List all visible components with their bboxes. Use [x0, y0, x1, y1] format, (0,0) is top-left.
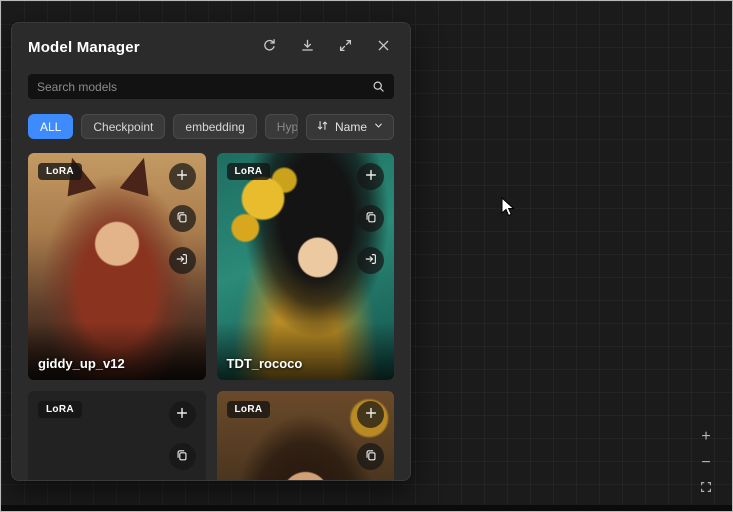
- zoom-in-button[interactable]: +: [697, 428, 715, 446]
- expand-button[interactable]: [336, 38, 354, 56]
- model-name: TDT_rococo: [227, 356, 303, 371]
- load-model-button[interactable]: [357, 247, 384, 274]
- plus-icon: [364, 406, 378, 423]
- filter-chip-checkpoint[interactable]: Checkpoint: [81, 114, 165, 139]
- filter-chip-all[interactable]: ALL: [28, 114, 73, 139]
- plus-icon: [175, 406, 189, 423]
- expand-icon: [338, 38, 353, 56]
- page-title: Model Manager: [28, 39, 140, 56]
- copy-icon: [364, 210, 378, 227]
- add-model-button[interactable]: [357, 163, 384, 190]
- model-name: giddy_up_v12: [38, 356, 125, 371]
- header-actions: [260, 38, 392, 56]
- download-icon: [300, 38, 315, 56]
- plus-icon: [175, 168, 189, 185]
- lora-badge: LoRA: [38, 401, 82, 418]
- model-card[interactable]: LoRA: [217, 391, 395, 481]
- load-model-button[interactable]: [169, 247, 196, 274]
- model-card[interactable]: LoRA giddy_up_v12: [28, 153, 206, 380]
- filter-chip-hypernetwork[interactable]: Hype: [265, 114, 298, 139]
- lora-badge: LoRA: [38, 163, 82, 180]
- search-icon: [372, 80, 385, 93]
- copy-model-button[interactable]: [357, 443, 384, 470]
- model-manager-panel: Model Manager: [11, 22, 411, 481]
- fit-view-button[interactable]: [697, 480, 715, 498]
- plus-icon: [364, 168, 378, 185]
- copy-model-button[interactable]: [169, 205, 196, 232]
- filter-bar: ALL Checkpoint embedding Hype Name: [28, 114, 394, 139]
- close-button[interactable]: [374, 38, 392, 56]
- add-model-button[interactable]: [169, 163, 196, 190]
- filter-chip-embedding[interactable]: embedding: [173, 114, 256, 139]
- copy-model-button[interactable]: [169, 443, 196, 470]
- refresh-icon: [262, 38, 277, 56]
- sort-dropdown[interactable]: Name: [306, 114, 394, 140]
- sort-label: Name: [335, 120, 367, 134]
- add-model-button[interactable]: [169, 401, 196, 428]
- panel-header: Model Manager: [12, 23, 410, 56]
- import-icon: [175, 252, 189, 269]
- copy-icon: [364, 448, 378, 465]
- close-icon: [376, 38, 391, 56]
- fit-view-icon: [699, 480, 713, 498]
- import-icon: [364, 252, 378, 269]
- add-model-button[interactable]: [357, 401, 384, 428]
- sort-icon: [316, 119, 329, 135]
- chevron-down-icon: [373, 120, 384, 134]
- download-button[interactable]: [298, 38, 316, 56]
- copy-icon: [175, 210, 189, 227]
- refresh-button[interactable]: [260, 38, 278, 56]
- lora-badge: LoRA: [227, 401, 271, 418]
- search-box: [28, 74, 394, 99]
- canvas-zoom-controls: + −: [697, 428, 715, 498]
- search-input[interactable]: [37, 80, 372, 94]
- copy-model-button[interactable]: [357, 205, 384, 232]
- copy-icon: [175, 448, 189, 465]
- zoom-out-button[interactable]: −: [697, 454, 715, 472]
- bottom-edge: [1, 505, 732, 511]
- node-editor-canvas[interactable]: Model Manager: [0, 0, 733, 512]
- model-card[interactable]: LoRA TDT_rococo: [217, 153, 395, 380]
- lora-badge: LoRA: [227, 163, 271, 180]
- model-card-grid: LoRA giddy_up_v12 LoRA: [28, 153, 394, 481]
- mouse-cursor: [501, 197, 517, 224]
- model-card[interactable]: LoRA: [28, 391, 206, 481]
